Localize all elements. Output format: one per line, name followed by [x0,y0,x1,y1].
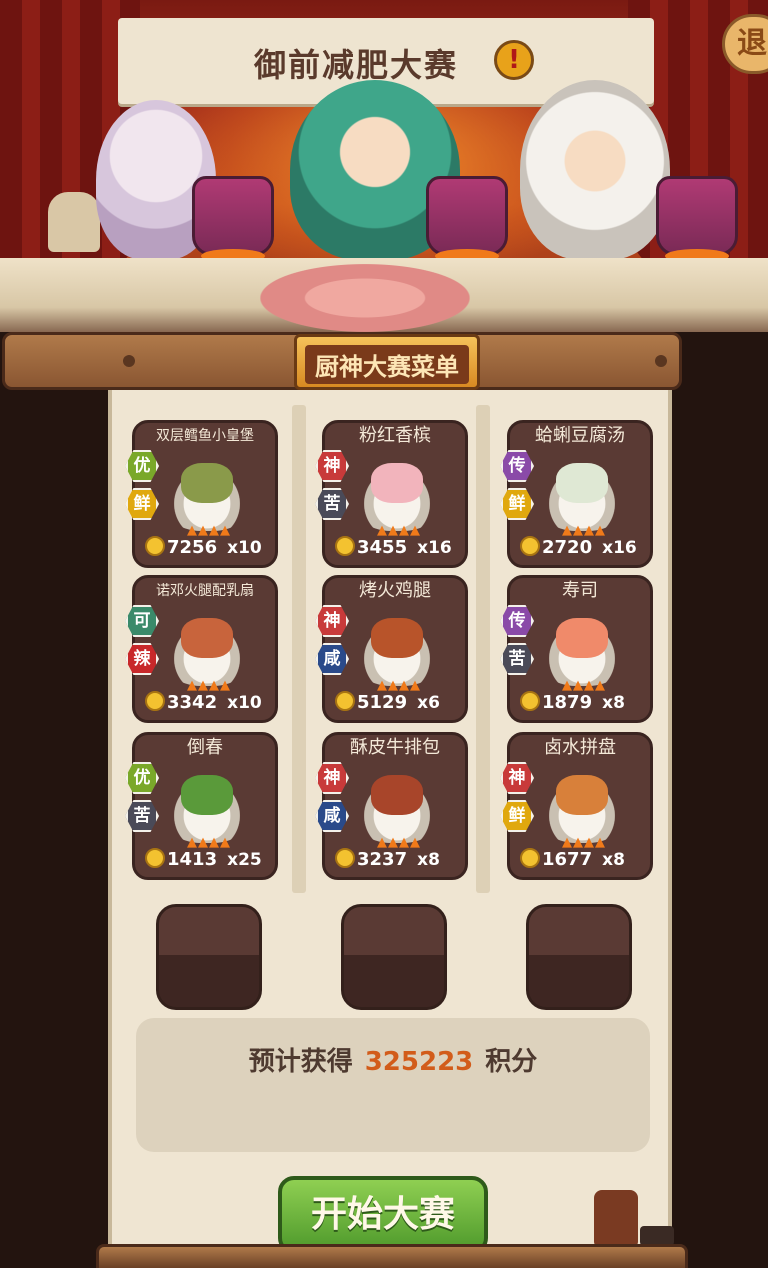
empty-dish-slot-2[interactable] [341,904,447,1010]
dish-card[interactable]: 寿司 ▲▲▲▲ 传苦 1879 x8 [500,575,653,723]
dish-name: 粉红香槟 [359,425,431,446]
dish-food-image [371,775,423,815]
dish-name: 双层鳕鱼小皇堡 [156,428,254,444]
cooking-pot-center [426,176,508,263]
judge-character-right [520,80,670,260]
dish-name: 烤火鸡腿 [359,580,431,601]
dish-name: 酥皮牛排包 [350,737,440,758]
dish-name: 蛤蜊豆腐汤 [535,425,625,446]
menu-board-bottom-rail [96,1244,688,1268]
pink-bow-decoration [260,264,470,332]
dish-card[interactable]: 双层鳕鱼小皇堡 ▲▲▲▲ 优鲜 7256 x10 [125,420,278,568]
dish-image [159,453,255,531]
coin-icon [335,536,355,556]
dish-card[interactable]: 倒春 ▲▲▲▲ 优苦 1413 x25 [125,732,278,880]
coin-icon [520,536,540,556]
dish-image [534,608,630,686]
estimate-suffix: 积分 [485,1047,538,1077]
coin-value: 2720 [542,537,593,558]
rail-knob [655,355,667,367]
dish-reward: 1879 x8 [520,690,644,716]
dish-image [159,765,255,843]
dish-food-image [181,618,233,658]
coin-icon [520,848,540,868]
dish-quantity: x16 [417,538,452,558]
coin-icon [145,536,165,556]
coin-icon [145,848,165,868]
dish-image [534,765,630,843]
coin-icon [145,691,165,711]
estimate-prefix: 预计获得 [248,1047,353,1077]
dish-reward: 3455 x16 [335,535,459,561]
dish-reward: 1677 x8 [520,847,644,873]
coin-icon [335,848,355,868]
coin-value: 1413 [167,849,218,870]
start-contest-button[interactable]: 开始大赛 [278,1176,488,1254]
dish-name: 寿司 [562,580,598,601]
dish-card[interactable]: 卤水拼盘 ▲▲▲▲ 神鲜 1677 x8 [500,732,653,880]
dish-name: 卤水拼盘 [544,737,616,758]
dish-card[interactable]: 蛤蜊豆腐汤 ▲▲▲▲ 传鲜 2720 x16 [500,420,653,568]
cooking-pot-left [192,176,274,263]
exclamation-icon[interactable]: ! [494,40,534,80]
coin-value: 3237 [357,849,408,870]
rocking-horse-decoration [48,192,100,252]
dish-card[interactable]: 烤火鸡腿 ▲▲▲▲ 神咸 5129 x6 [315,575,468,723]
dish-food-image [371,618,423,658]
dish-card[interactable]: 诺邓火腿配乳扇 ▲▲▲▲ 可辣 3342 x10 [125,575,278,723]
dish-quantity: x6 [417,693,440,713]
cooking-pot-right [656,176,738,263]
dish-name: 倒春 [187,737,223,758]
estimate-value: 325223 [364,1047,474,1077]
empty-dish-slot-3[interactable] [526,904,632,1010]
dish-food-image [181,463,233,503]
menu-title-plate: 厨神大赛菜单 [294,334,480,390]
coin-icon [335,691,355,711]
dish-image [159,608,255,686]
utensil-holder-decoration [594,1190,638,1246]
empty-dish-slot-1[interactable] [156,904,262,1010]
dish-image [349,608,445,686]
column-divider [476,405,490,893]
dish-reward: 3237 x8 [335,847,459,873]
dish-food-image [181,775,233,815]
coin-value: 7256 [167,537,218,558]
dish-food-image [371,463,423,503]
dish-reward: 2720 x16 [520,535,644,561]
dish-reward: 5129 x6 [335,690,459,716]
menu-title: 厨神大赛菜单 [305,345,469,384]
dish-image [349,453,445,531]
dish-quantity: x8 [417,850,440,870]
coin-value: 1677 [542,849,593,870]
dish-reward: 1413 x25 [145,847,269,873]
rail-knob [123,355,135,367]
column-divider [292,405,306,893]
dish-image [349,765,445,843]
dish-quantity: x8 [602,850,625,870]
dish-food-image [556,775,608,815]
coin-value: 5129 [357,692,408,713]
teacup-decoration [640,1226,674,1246]
coin-value: 3342 [167,692,218,713]
estimated-score-panel: 预计获得 325223 积分 [136,1018,650,1152]
dish-food-image [556,463,608,503]
coin-value: 1879 [542,692,593,713]
dish-quantity: x10 [227,693,262,713]
dish-reward: 7256 x10 [145,535,269,561]
coin-icon [520,691,540,711]
dish-reward: 3342 x10 [145,690,269,716]
coin-value: 3455 [357,537,408,558]
dish-quantity: x8 [602,693,625,713]
dish-card[interactable]: 酥皮牛排包 ▲▲▲▲ 神咸 3237 x8 [315,732,468,880]
dish-card[interactable]: 粉红香槟 ▲▲▲▲ 神苦 3455 x16 [315,420,468,568]
dish-food-image [556,618,608,658]
stage-scene: 御前减肥大赛 ! 退 [0,0,768,340]
dish-quantity: x10 [227,538,262,558]
dish-quantity: x16 [602,538,637,558]
dish-quantity: x25 [227,850,262,870]
dish-name: 诺邓火腿配乳扇 [156,583,254,599]
dish-image [534,453,630,531]
